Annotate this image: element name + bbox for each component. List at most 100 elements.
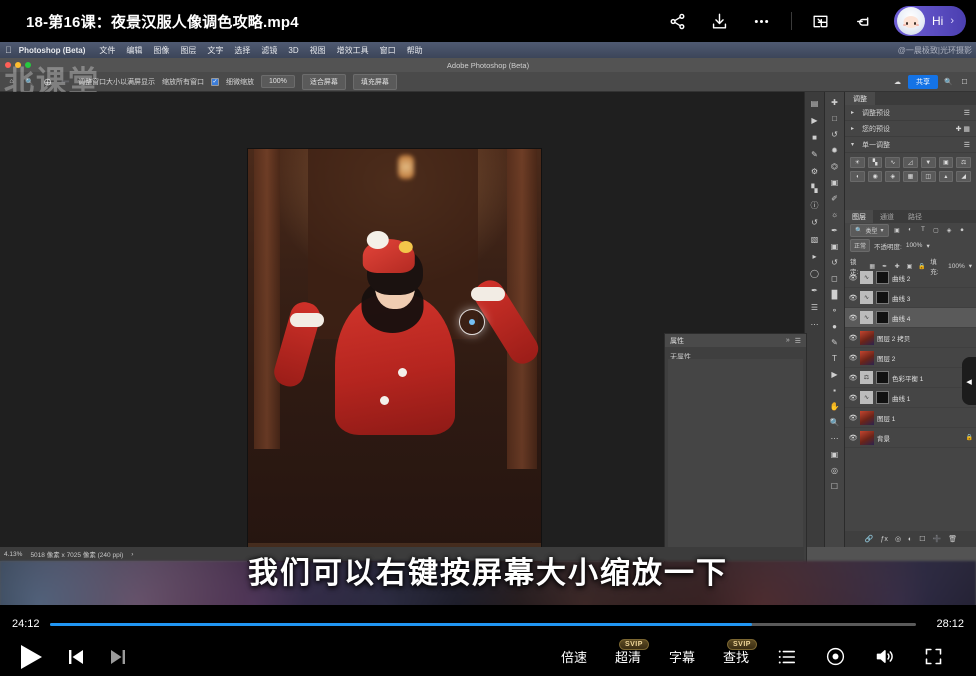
workspace-icon[interactable]: ☐ <box>959 76 970 87</box>
blur-tool-icon[interactable]: ⚬ <box>827 303 843 317</box>
scrubby-zoom-checkbox[interactable]: ✓ <box>211 78 219 86</box>
opacity-value[interactable]: 100% <box>906 242 923 249</box>
brush-tool-icon[interactable]: ✒ <box>827 223 843 237</box>
single-adjustments-section[interactable]: ▾ 单一调整 ☰ <box>845 137 976 153</box>
search-button[interactable]: SVIP 查找 <box>709 637 763 676</box>
document-canvas[interactable] <box>248 149 541 585</box>
search-icon[interactable]: 🔍 <box>943 76 954 87</box>
table-row[interactable]: 👁 ∿ 曲线 1 <box>845 388 976 408</box>
menu-edit[interactable]: 编辑 <box>126 45 142 56</box>
layer-visibility-icon[interactable]: 👁 <box>849 354 857 362</box>
menu-3d[interactable]: 3D <box>288 46 298 55</box>
table-row[interactable]: 👁 图层 1 <box>845 408 976 428</box>
gradient-tool-icon[interactable]: █ <box>827 287 843 301</box>
channel-mixer-button[interactable]: ◈ <box>885 171 900 182</box>
all-windows-label[interactable]: 缩放所有窗口 <box>162 77 204 87</box>
pen-tool-icon[interactable]: ✎ <box>827 335 843 349</box>
black-white-button[interactable]: ◖ <box>850 171 865 182</box>
cast-icon[interactable] <box>842 0 884 42</box>
libraries-icon[interactable]: ▤ <box>807 96 823 110</box>
new-adjustment-layer-icon[interactable]: ◐ <box>908 536 912 543</box>
info-icon[interactable]: ⓘ <box>807 198 823 212</box>
filter-adjustment-icon[interactable]: ◐ <box>906 226 915 235</box>
properties-panel-header-actions[interactable]: » ☰ <box>786 337 801 345</box>
zoom-level-button[interactable]: 100% <box>261 75 295 88</box>
tab-paths[interactable]: 路径 <box>901 210 929 223</box>
lasso-tool-icon[interactable]: ↺ <box>827 127 843 141</box>
apple-logo-icon[interactable]:  <box>5 45 12 55</box>
filter-shape-icon[interactable]: ▢ <box>932 226 941 235</box>
chevron-down-icon[interactable]: ▾ <box>926 242 929 250</box>
panel-menu-icon[interactable]: ☰ <box>964 109 970 117</box>
quality-button[interactable]: SVIP 超清 <box>601 637 655 676</box>
table-row[interactable]: 👁 ∿ 曲线 3 <box>845 288 976 308</box>
table-row[interactable]: 👁 ⚖ 色彩平衡 1 <box>845 368 976 388</box>
user-profile-button[interactable]: Hi › <box>894 6 966 36</box>
filter-pixel-icon[interactable]: ▣ <box>893 226 902 235</box>
color-balance-button[interactable]: ⚖ <box>956 157 971 168</box>
new-group-icon[interactable]: ☐ <box>919 535 925 543</box>
table-row[interactable]: 👁 图层 2 <box>845 348 976 368</box>
vibrance-button[interactable]: ▼ <box>921 157 936 168</box>
foreground-background-color-icon[interactable]: ▣ <box>827 447 843 461</box>
menu-help[interactable]: 帮助 <box>407 45 423 56</box>
subtitle-button[interactable]: 字幕 <box>655 637 709 676</box>
zoom-tool-icon[interactable]: 🔍 <box>827 415 843 429</box>
invert-button[interactable]: ◫ <box>921 171 936 182</box>
properties-icon[interactable]: ☰ <box>807 300 823 314</box>
properties-panel-title[interactable]: 属性 <box>670 336 684 346</box>
layer-list[interactable]: 👁 ∿ 曲线 2 👁 ∿ 曲线 3 👁 ∿ 曲线 4 <box>845 268 976 513</box>
shape-tool-icon[interactable]: ▪ <box>827 383 843 397</box>
brush-icon[interactable]: ✒ <box>807 283 823 297</box>
menu-type[interactable]: 文字 <box>207 45 223 56</box>
menu-view[interactable]: 视图 <box>310 45 326 56</box>
volume-button[interactable] <box>860 637 909 676</box>
menu-plugins[interactable]: 增效工具 <box>337 45 369 56</box>
blend-mode-dropdown[interactable]: 正常 <box>850 239 870 252</box>
filter-type-icon[interactable]: T <box>919 226 928 235</box>
edit-toolbar-icon[interactable]: ⋯ <box>827 431 843 445</box>
color-lookup-button[interactable]: ▦ <box>903 171 918 182</box>
minimize-window-button[interactable] <box>15 62 21 68</box>
resize-windows-label[interactable]: 调整窗口大小以满屏显示 <box>78 77 155 87</box>
menu-window[interactable]: 窗口 <box>380 45 396 56</box>
previous-button[interactable] <box>66 647 86 667</box>
collapse-icon[interactable]: » <box>786 337 790 345</box>
more-icon[interactable] <box>741 0 783 42</box>
table-row[interactable]: 👁 ∿ 曲线 4 <box>845 308 976 328</box>
clone-stamp-tool-icon[interactable]: ▣ <box>827 239 843 253</box>
panel-menu-icon[interactable]: ☰ <box>964 141 970 149</box>
levels-button[interactable]: ▚ <box>868 157 883 168</box>
crop-tool-icon[interactable]: ⏣ <box>827 159 843 173</box>
type-tool-icon[interactable]: T <box>827 351 843 365</box>
fit-screen-button[interactable]: 适合屏幕 <box>302 74 346 90</box>
progress-bar[interactable] <box>50 623 917 626</box>
window-traffic-lights[interactable] <box>5 62 31 68</box>
exposure-button[interactable]: ◿ <box>903 157 918 168</box>
marquee-tool-icon[interactable]: □ <box>827 111 843 125</box>
eraser-tool-icon[interactable]: ◻ <box>827 271 843 285</box>
next-button[interactable] <box>108 647 128 667</box>
layer-style-icon[interactable]: ƒx <box>881 536 888 543</box>
home-icon[interactable]: ⌂ <box>6 76 17 87</box>
fullscreen-button[interactable] <box>909 637 958 676</box>
history-brush-tool-icon[interactable]: ↺ <box>827 255 843 269</box>
filter-kind-dropdown[interactable]: 🔍 类型 ▾ <box>850 224 889 237</box>
adjustments-presets-section[interactable]: ▸ 调整预设 ☰ <box>845 105 976 121</box>
fill-screen-button[interactable]: 填充屏幕 <box>353 74 397 90</box>
cloud-documents-icon[interactable]: ☁ <box>892 76 903 87</box>
layer-visibility-icon[interactable]: 👁 <box>849 394 857 402</box>
hand-tool-icon[interactable]: ✋ <box>827 399 843 413</box>
tab-layers[interactable]: 图层 <box>845 210 873 223</box>
histogram-icon[interactable]: ▚ <box>807 181 823 195</box>
link-layers-icon[interactable]: 🔗 <box>865 535 874 543</box>
hue-saturation-button[interactable]: ▣ <box>939 157 954 168</box>
layer-visibility-icon[interactable]: 👁 <box>849 374 857 382</box>
quick-mask-icon[interactable]: ◎ <box>827 463 843 477</box>
download-icon[interactable] <box>699 0 741 42</box>
zoom-in-icon[interactable]: ⨁ <box>42 76 53 87</box>
photo-filter-button[interactable]: ◉ <box>868 171 883 182</box>
your-presets-actions[interactable]: ✚ ▦ <box>956 125 970 133</box>
share-button[interactable]: 共享 <box>908 75 938 89</box>
brightness-contrast-button[interactable]: ☀ <box>850 157 865 168</box>
